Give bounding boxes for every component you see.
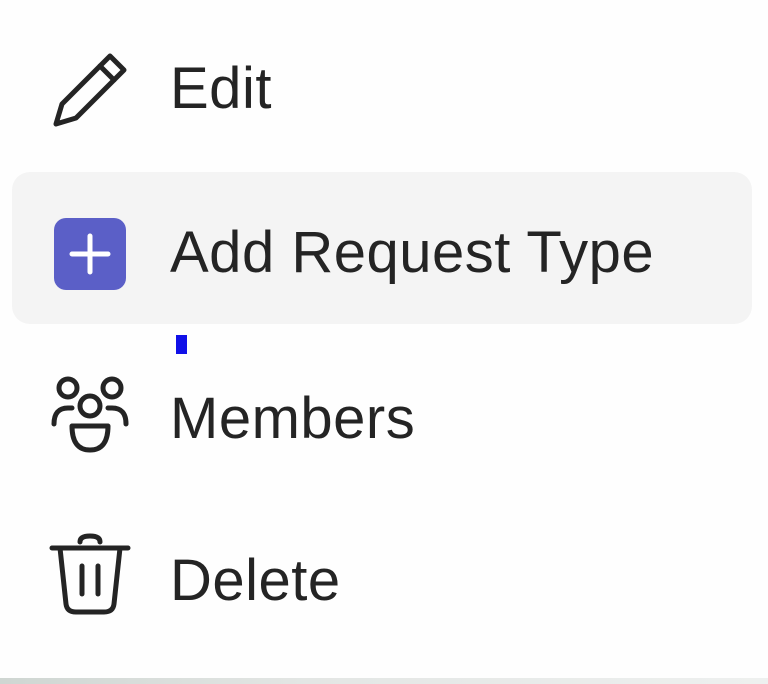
menu-item-label: Members [170, 386, 416, 451]
menu-item-label: Delete [170, 548, 341, 613]
text-cursor [176, 335, 187, 354]
menu-item-edit[interactable]: Edit [12, 12, 752, 164]
menu-item-label: Edit [170, 56, 272, 121]
menu-item-members[interactable]: Members [12, 340, 752, 492]
menu-item-label: Add Request Type [170, 220, 655, 285]
context-menu: Edit Add Request Type Members Delete [0, 0, 768, 678]
people-group-icon [48, 374, 132, 458]
trash-icon [48, 532, 132, 616]
background-strip [0, 678, 768, 684]
menu-item-add-request-type[interactable]: Add Request Type [12, 172, 752, 324]
menu-item-delete[interactable]: Delete [12, 504, 752, 656]
add-square-icon [48, 212, 132, 296]
pencil-icon [48, 48, 132, 132]
